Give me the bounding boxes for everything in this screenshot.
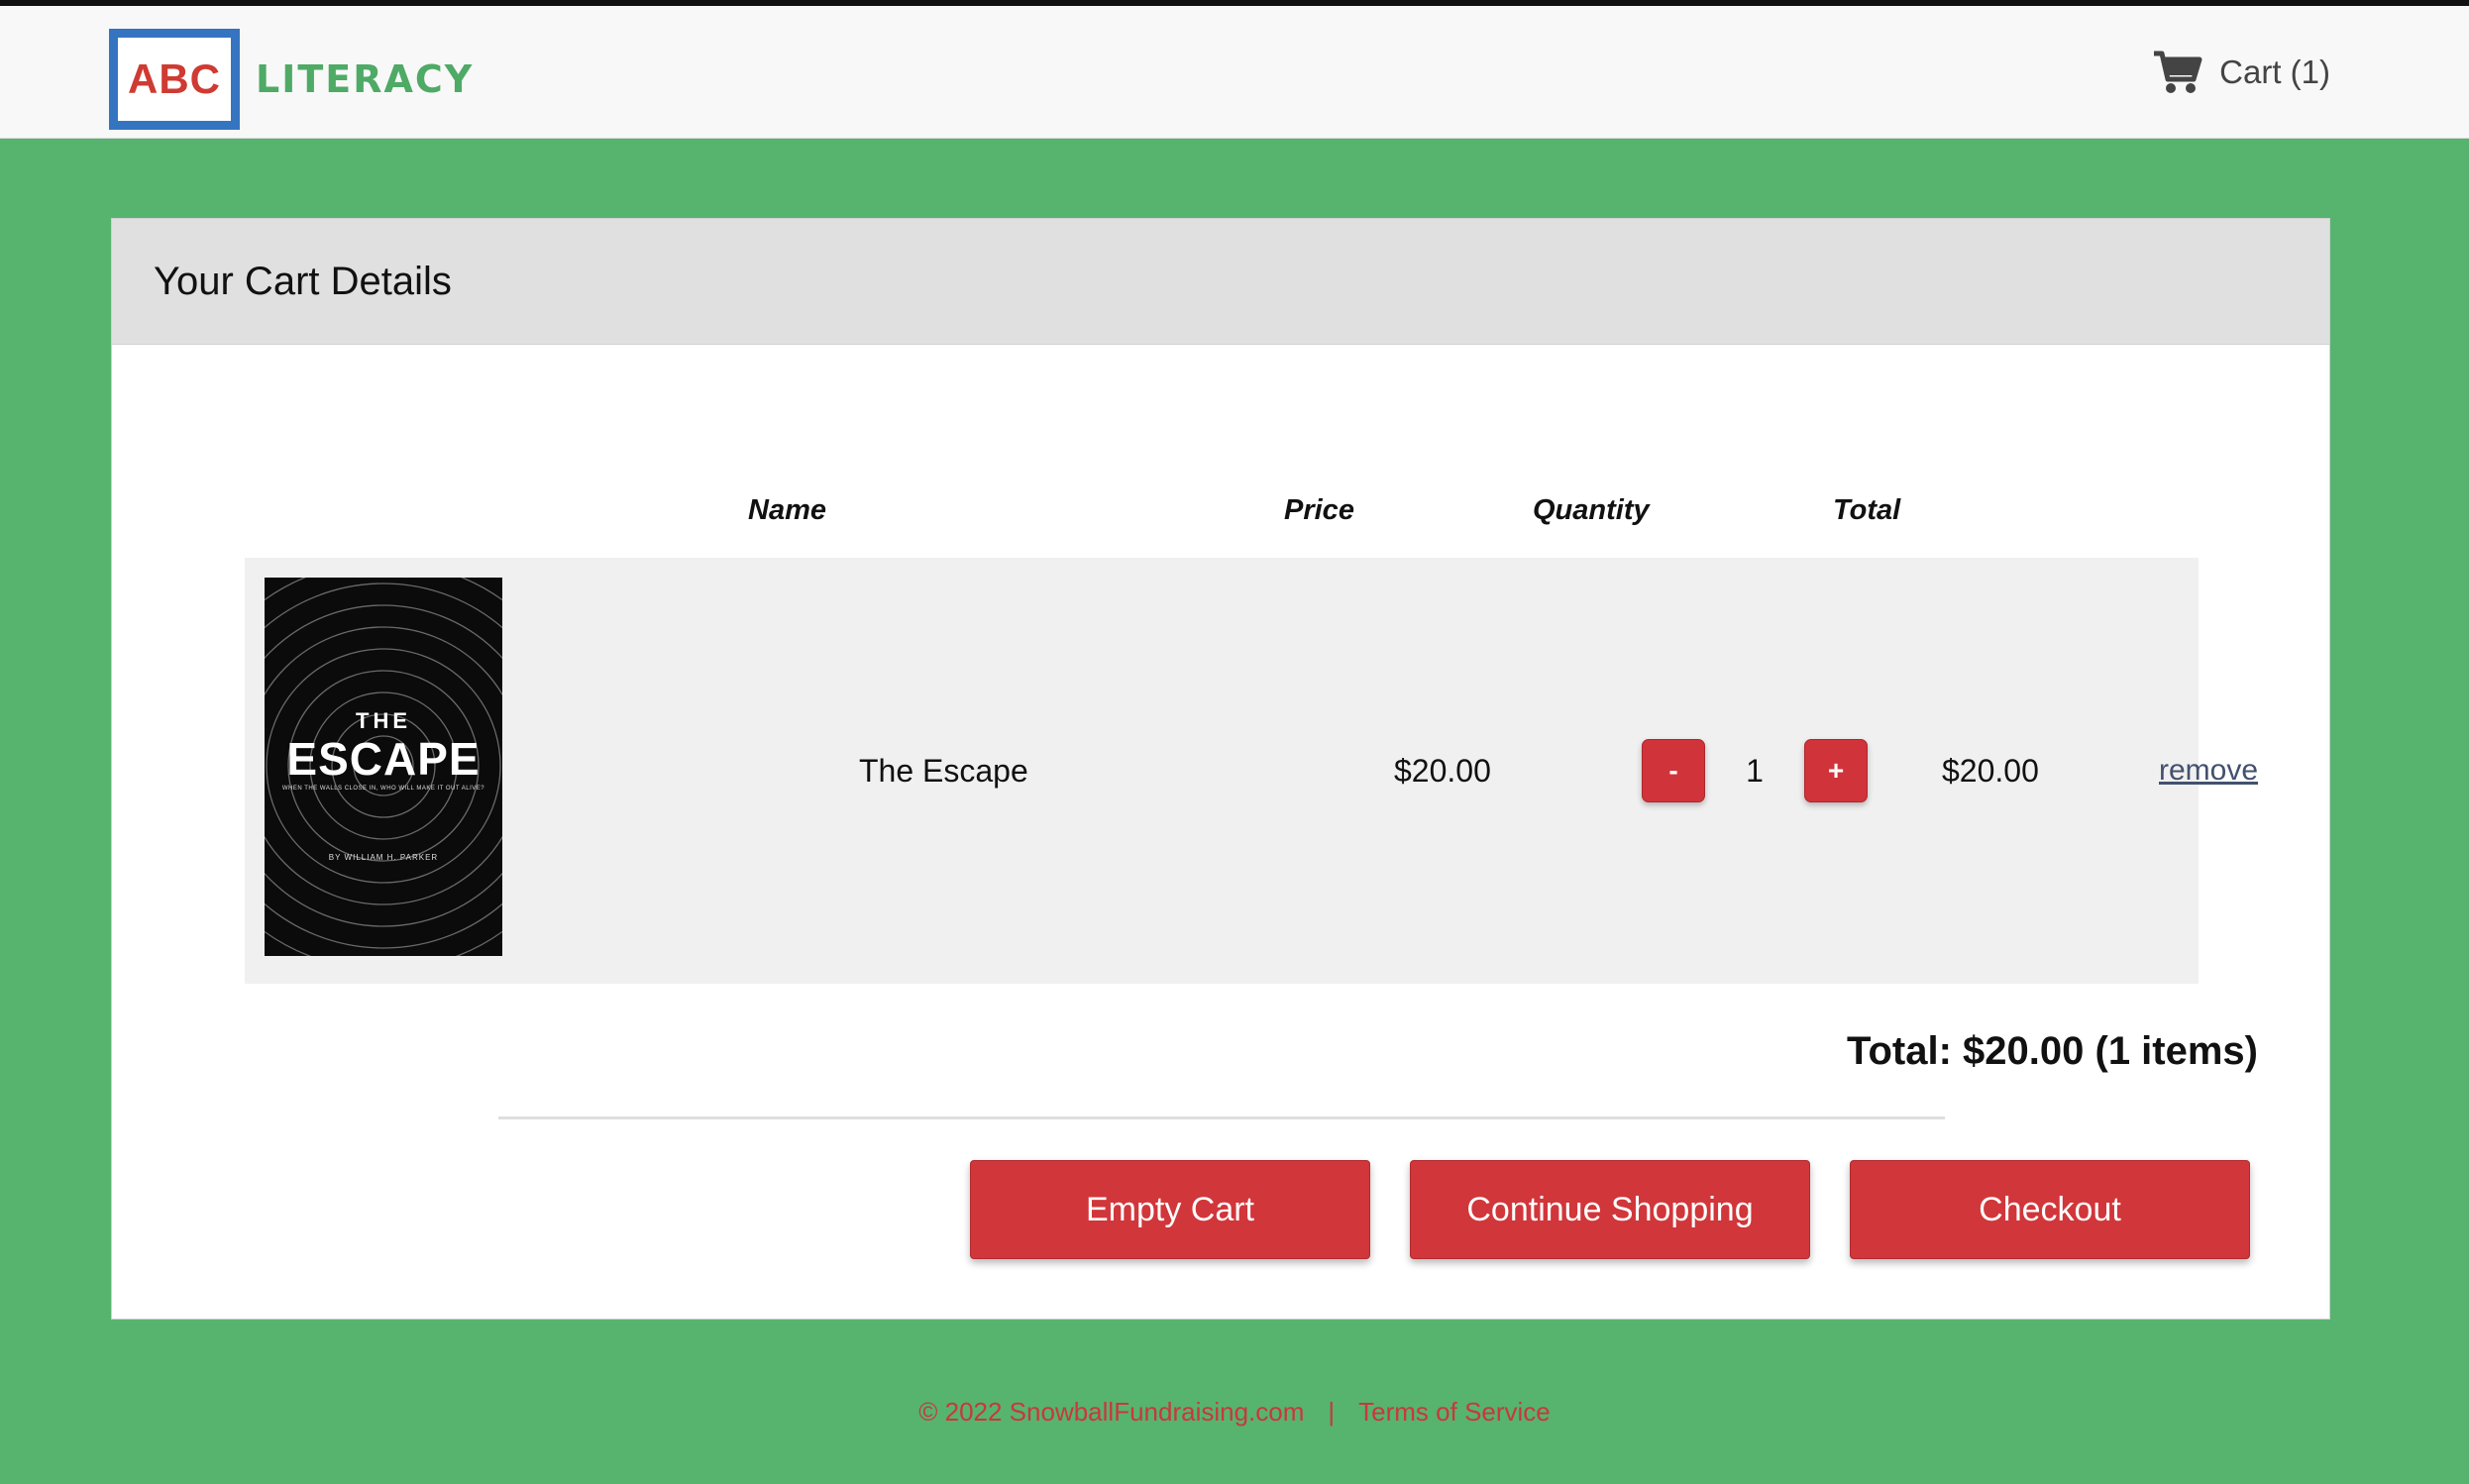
site-footer: © 2022 SnowballFundraising.com | Terms of … bbox=[0, 1397, 2469, 1428]
item-price: $20.00 bbox=[1394, 752, 1491, 789]
item-total: $20.00 bbox=[1942, 752, 2039, 789]
quantity-stepper: - 1 + bbox=[1642, 558, 1868, 984]
column-header-total: Total bbox=[1833, 494, 1901, 526]
footer-separator: | bbox=[1328, 1397, 1336, 1427]
copyright-text: © 2022 SnowballFundraising.com bbox=[918, 1397, 1305, 1427]
cart-item-row: THE ESCAPE WHEN THE WALLS CLOSE IN, WHO … bbox=[245, 558, 2258, 984]
cart-count-label: Cart (1) bbox=[2219, 53, 2330, 90]
checkout-button[interactable]: Checkout bbox=[1850, 1160, 2250, 1259]
book-logo-icon: ABC bbox=[109, 29, 240, 130]
cover-title-text: ESCAPE bbox=[286, 733, 481, 785]
logo-abc-text: ABC bbox=[128, 55, 221, 102]
column-header-price: Price bbox=[1284, 494, 1354, 526]
cover-author-text: BY WILLIAM H. PARKER bbox=[328, 853, 439, 862]
increment-quantity-button[interactable]: + bbox=[1804, 739, 1868, 802]
cart-panel-title: Your Cart Details bbox=[112, 219, 2329, 345]
terms-of-service-link[interactable]: Terms of Service bbox=[1358, 1397, 1551, 1427]
cart-panel: Your Cart Details Name Price Quantity To… bbox=[111, 218, 2330, 1320]
column-header-name: Name bbox=[748, 494, 826, 526]
item-name: The Escape bbox=[859, 752, 1028, 789]
decrement-quantity-button[interactable]: - bbox=[1642, 739, 1705, 802]
cart-grand-total: Total: $20.00 (1 items) bbox=[1847, 1029, 2258, 1073]
cart-link[interactable]: Cart (1) bbox=[2152, 50, 2330, 95]
continue-shopping-button[interactable]: Continue Shopping bbox=[1410, 1160, 1810, 1259]
shopping-cart-icon bbox=[2154, 51, 2202, 93]
cover-the-text: THE bbox=[356, 708, 411, 733]
book-cover-image: THE ESCAPE WHEN THE WALLS CLOSE IN, WHO … bbox=[265, 578, 502, 956]
column-header-quantity: Quantity bbox=[1533, 494, 1650, 526]
quantity-value: 1 bbox=[1746, 752, 1764, 789]
cover-tagline-text: WHEN THE WALLS CLOSE IN, WHO WILL MAKE I… bbox=[281, 786, 485, 792]
site-header: ABC LITERACY Cart (1) bbox=[0, 6, 2469, 139]
abc-literacy-logo[interactable]: ABC LITERACY bbox=[109, 24, 474, 135]
remove-link-cell: remove bbox=[2159, 558, 2258, 984]
logo-wordmark: LITERACY bbox=[256, 57, 475, 101]
empty-cart-button[interactable]: Empty Cart bbox=[970, 1160, 1370, 1259]
remove-item-link[interactable]: remove bbox=[2159, 754, 2258, 788]
summary-divider bbox=[498, 1116, 1945, 1119]
